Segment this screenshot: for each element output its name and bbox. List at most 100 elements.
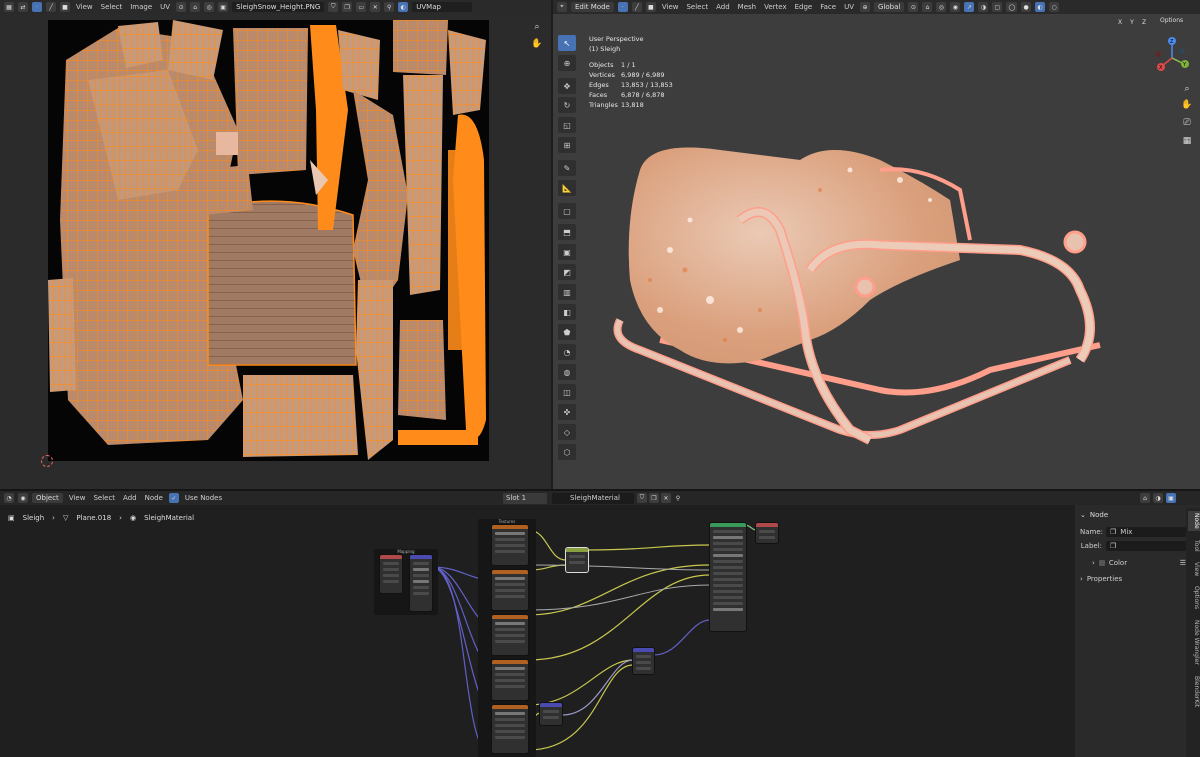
vp-menu-mesh[interactable]: Mesh	[736, 3, 758, 11]
bump-node[interactable]	[540, 703, 562, 725]
slot-select[interactable]: Slot 1	[503, 493, 547, 504]
axis-x-toggle[interactable]: X	[1115, 17, 1125, 27]
ne-menu-select[interactable]: Select	[91, 494, 117, 502]
shrink-fatten-tool[interactable]: ✜	[558, 404, 576, 420]
annotate-tool[interactable]: ✎	[558, 160, 576, 176]
image-texture-node-3[interactable]	[492, 615, 528, 655]
color-checkbox[interactable]	[1098, 560, 1105, 566]
overlay-node-icon[interactable]: ◑	[1153, 493, 1163, 503]
proportional-edit-icon[interactable]: ◎	[204, 2, 215, 12]
image-texture-node-4[interactable]	[492, 660, 528, 700]
fake-user-icon[interactable]: ⛉	[328, 2, 339, 12]
use-nodes-checkbox[interactable]: ✓	[168, 493, 179, 503]
snap-magnet-icon[interactable]: ⌂	[922, 2, 933, 12]
node-section-header[interactable]: ⌄ Node	[1080, 509, 1186, 520]
vp-menu-add[interactable]: Add	[714, 3, 732, 11]
tab-node-wrangler[interactable]: Node Wrangler	[1188, 620, 1200, 665]
name-field[interactable]: ❐ Mix	[1106, 527, 1186, 537]
texture-coordinate-node[interactable]	[380, 555, 402, 593]
principled-bsdf-node[interactable]	[710, 523, 746, 631]
ne-menu-node[interactable]: Node	[143, 494, 165, 502]
shader-object-select[interactable]: Object	[32, 493, 63, 503]
face-mode-icon[interactable]: ■	[645, 2, 656, 12]
vertex-mode-icon[interactable]: ·	[617, 2, 628, 12]
backdrop-icon[interactable]: ▣	[1166, 493, 1176, 503]
ortho-toggle-icon[interactable]: ▦	[1180, 134, 1194, 148]
mix-node[interactable]	[566, 548, 588, 572]
menu-uv[interactable]: UV	[158, 3, 172, 11]
tab-options[interactable]: Options	[1188, 586, 1200, 609]
options-dropdown[interactable]: Options	[1160, 17, 1183, 24]
edge-mode-icon[interactable]: ╱	[631, 2, 642, 12]
close-image-icon[interactable]: ✕	[370, 2, 381, 12]
rotate-tool[interactable]: ↻	[558, 97, 576, 113]
material-output-node[interactable]	[756, 523, 778, 543]
bevel-tool[interactable]: ◩	[558, 264, 576, 280]
move-tool[interactable]: ✥	[558, 78, 576, 94]
label-field[interactable]: ❐	[1106, 541, 1186, 551]
editor-type-icon[interactable]: ▦	[4, 2, 14, 12]
image-name-field[interactable]: SleighSnow_Height.PNG	[232, 2, 325, 12]
add-cube-tool[interactable]: ▢	[558, 203, 576, 219]
open-image-icon[interactable]: ▭	[356, 2, 367, 12]
overlay-icon[interactable]: ◑	[978, 2, 989, 12]
cursor-tool[interactable]: ⊕	[558, 55, 576, 71]
measure-tool[interactable]: 📐	[558, 180, 576, 196]
orientation-icon[interactable]: ⊕	[860, 2, 870, 12]
hand-pan-icon[interactable]: ✋	[530, 37, 544, 51]
extrude-tool[interactable]: ⬒	[558, 224, 576, 240]
fake-user-material-icon[interactable]: ⛉	[637, 493, 647, 503]
axis-z-toggle[interactable]: Z	[1139, 17, 1149, 27]
pivot-icon[interactable]: ⊙	[176, 2, 187, 12]
vp-menu-uv[interactable]: UV	[842, 3, 856, 11]
visibility-icon[interactable]: ◉	[950, 2, 961, 12]
vp-menu-view[interactable]: View	[660, 3, 681, 11]
pin-material-icon[interactable]: ⚲	[673, 493, 683, 503]
uv-map-field[interactable]: UVMap	[412, 2, 473, 12]
tab-view[interactable]: View	[1188, 562, 1200, 576]
image-texture-node-2[interactable]	[492, 570, 528, 610]
tab-tool[interactable]: Tool	[1188, 540, 1200, 552]
select-box-tool[interactable]: ↖	[558, 35, 576, 51]
zoom-icon[interactable]: ⌕	[530, 20, 544, 34]
material-field[interactable]: SleighMaterial	[552, 493, 634, 504]
vp-menu-select[interactable]: Select	[684, 3, 710, 11]
orientation-select[interactable]: Global	[874, 2, 905, 12]
display-channels-icon[interactable]: ◐	[398, 2, 409, 12]
material-shading-icon[interactable]: ◐	[1035, 2, 1046, 12]
poly-build-tool[interactable]: ⬟	[558, 324, 576, 340]
knife-tool[interactable]: ◧	[558, 304, 576, 320]
smooth-tool[interactable]: ◍	[558, 364, 576, 380]
tab-blenderkit[interactable]: BlenderKit	[1188, 676, 1200, 707]
vp-menu-vertex[interactable]: Vertex	[762, 3, 789, 11]
camera-view-icon[interactable]: ⎚	[1180, 116, 1194, 130]
menu-select[interactable]: Select	[99, 3, 125, 11]
tab-node[interactable]: Node	[1188, 511, 1200, 531]
pivot-point-icon[interactable]: ⊙	[908, 2, 919, 12]
uv-canvas[interactable]	[48, 20, 489, 461]
loop-cut-tool[interactable]: ▥	[558, 284, 576, 300]
color-subpanel[interactable]: › Color ☰	[1080, 559, 1186, 567]
vp-pan-icon[interactable]: ✋	[1180, 98, 1194, 112]
node-graph[interactable]: Mapping Textures	[0, 505, 1075, 757]
axis-y-toggle[interactable]: Y	[1127, 17, 1137, 27]
edge-slide-tool[interactable]: ◫	[558, 384, 576, 400]
mapping-node[interactable]	[410, 555, 432, 611]
sync-selection-icon[interactable]: ⇄	[18, 2, 28, 12]
menu-view[interactable]: View	[74, 3, 95, 11]
properties-subpanel[interactable]: › Properties	[1080, 575, 1186, 583]
menu-image[interactable]: Image	[128, 3, 154, 11]
image-browse-icon[interactable]: ▣	[218, 2, 229, 12]
spin-tool[interactable]: ◔	[558, 344, 576, 360]
gizmo-toggle-icon[interactable]: ↗	[964, 2, 975, 12]
editor-type-3d-icon[interactable]: ⌖	[557, 2, 567, 12]
delete-material-icon[interactable]: ✕	[661, 493, 671, 503]
vp-menu-face[interactable]: Face	[818, 3, 838, 11]
ne-menu-add[interactable]: Add	[121, 494, 139, 502]
shear-tool[interactable]: ◇	[558, 424, 576, 440]
node-editor-type-icon[interactable]: ◔	[4, 493, 14, 503]
vp-menu-edge[interactable]: Edge	[793, 3, 815, 11]
copy-material-icon[interactable]: ❐	[649, 493, 659, 503]
scale-tool[interactable]: ◱	[558, 117, 576, 133]
proportional-icon[interactable]: ◎	[936, 2, 947, 12]
